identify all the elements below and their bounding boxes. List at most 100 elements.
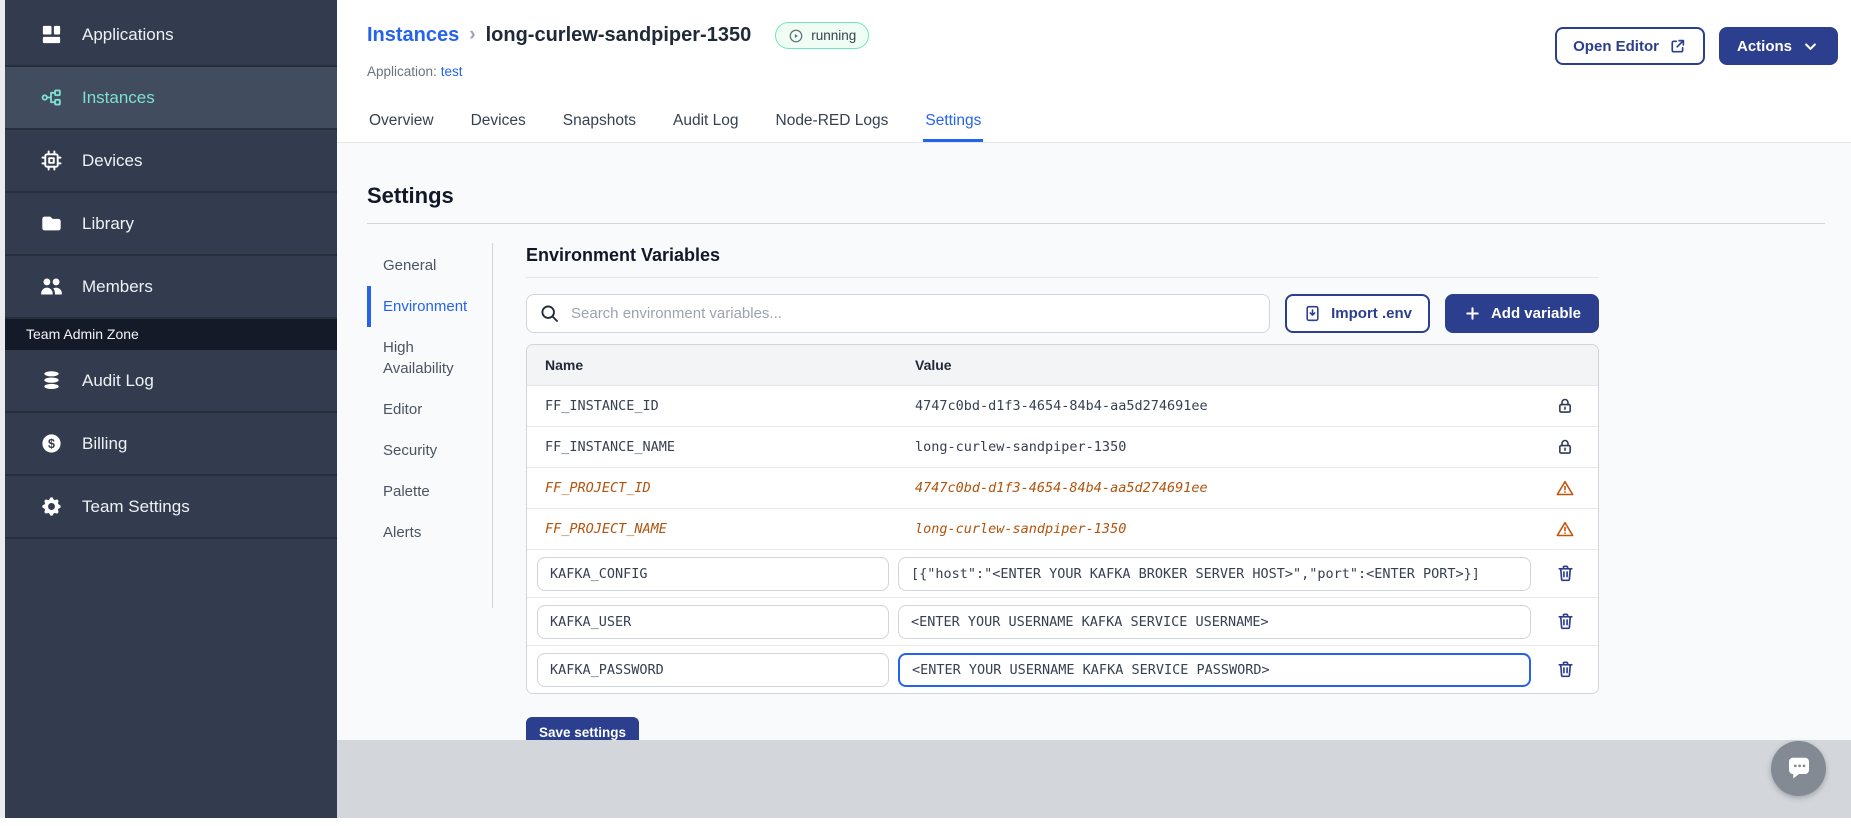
add-variable-label: Add variable <box>1490 305 1581 322</box>
play-circle-icon <box>788 28 804 44</box>
settings-divider <box>367 223 1825 224</box>
sidebar-item-label: Applications <box>82 24 174 44</box>
settings-nav-editor[interactable]: Editor <box>367 389 492 430</box>
trash-icon <box>1555 611 1576 632</box>
bottom-edge-strip <box>0 818 1851 826</box>
library-icon <box>40 212 63 235</box>
sidebar-item-audit-log[interactable]: Audit Log <box>5 350 337 413</box>
team-settings-icon <box>40 495 63 518</box>
lock-icon <box>1555 437 1575 457</box>
breadcrumb-separator: › <box>469 23 476 45</box>
settings-nav-palette[interactable]: Palette <box>367 471 492 512</box>
sidebar-item-devices[interactable]: Devices <box>5 130 337 193</box>
chat-launcher-button[interactable] <box>1771 741 1826 796</box>
team-admin-zone-header: Team Admin Zone <box>5 319 337 350</box>
settings-nav-alerts[interactable]: Alerts <box>367 512 492 553</box>
header-buttons: Open Editor Actions <box>1555 27 1838 65</box>
status-badge-label: running <box>811 28 857 43</box>
tab-overview[interactable]: Overview <box>367 112 436 142</box>
env-value-input[interactable] <box>898 604 1531 639</box>
delete-variable-button[interactable] <box>1553 562 1577 586</box>
env-var-name: FF_PROJECT_ID <box>545 480 651 496</box>
sidebar-item-library[interactable]: Library <box>5 193 337 256</box>
sidebar-admin-nav: Audit Log $ Billing Team Settings <box>5 350 337 539</box>
svg-text:$: $ <box>48 437 55 451</box>
actions-button[interactable]: Actions <box>1718 27 1838 65</box>
env-value-input[interactable] <box>898 652 1531 687</box>
search-box <box>526 294 1271 333</box>
sidebar-item-team-settings[interactable]: Team Settings <box>5 476 337 539</box>
env-name-input[interactable] <box>537 604 889 639</box>
chevron-down-icon <box>1801 37 1820 56</box>
import-env-label: Import .env <box>1331 305 1412 322</box>
warning-icon <box>1555 478 1575 498</box>
application-label: Application: <box>367 64 437 79</box>
instances-icon <box>40 86 63 109</box>
env-var-name: FF_INSTANCE_ID <box>545 398 659 414</box>
env-var-row-kafka-config <box>527 549 1598 597</box>
applications-icon <box>40 23 63 46</box>
import-env-button[interactable]: Import .env <box>1285 294 1430 333</box>
tab-snapshots[interactable]: Snapshots <box>561 112 638 142</box>
plus-icon <box>1463 304 1482 323</box>
breadcrumb-instances-link[interactable]: Instances <box>367 24 459 47</box>
section-divider <box>526 277 1599 278</box>
env-value-input[interactable] <box>898 556 1531 591</box>
breadcrumb: Instances › long-curlew-sandpiper-1350 r… <box>367 22 870 49</box>
sidebar-item-applications[interactable]: Applications <box>5 4 337 67</box>
instance-name: long-curlew-sandpiper-1350 <box>485 24 752 46</box>
settings-nav-security[interactable]: Security <box>367 430 492 471</box>
sidebar-item-billing[interactable]: $ Billing <box>5 413 337 476</box>
external-link-icon <box>1668 37 1687 56</box>
env-var-row-ff-project-name: FF_PROJECT_NAME long-curlew-sandpiper-135… <box>527 508 1598 549</box>
env-var-value: 4747c0bd-d1f3-4654-84b4-aa5d274691ee <box>915 480 1208 496</box>
env-name-input[interactable] <box>537 556 889 591</box>
tab-audit-log[interactable]: Audit Log <box>671 112 741 142</box>
sidebar-item-instances[interactable]: Instances <box>5 67 337 130</box>
open-editor-button[interactable]: Open Editor <box>1555 27 1705 65</box>
env-var-value: 4747c0bd-d1f3-4654-84b4-aa5d274691ee <box>915 398 1208 414</box>
application-name-link[interactable]: test <box>441 64 463 79</box>
settings-subnav: General Environment High Availability Edito… <box>367 243 493 608</box>
warning-icon <box>1555 519 1575 539</box>
actions-label: Actions <box>1736 37 1792 55</box>
sidebar-item-label: Audit Log <box>82 370 154 390</box>
section-title: Environment Variables <box>526 245 721 265</box>
settings-nav-high-availability[interactable]: High Availability <box>367 327 492 389</box>
audit-log-icon <box>40 369 63 392</box>
devices-icon <box>40 149 63 172</box>
sidebar-item-label: Members <box>82 276 153 296</box>
trash-icon <box>1555 659 1576 680</box>
search-icon <box>539 303 560 324</box>
env-var-row-kafka-password <box>527 645 1598 693</box>
env-table-header: Name Value <box>527 345 1598 385</box>
import-icon <box>1303 304 1322 323</box>
instance-tabs: Overview Devices Snapshots Audit Log Node-RE… <box>367 112 984 142</box>
settings-nav-environment[interactable]: Environment <box>367 286 492 327</box>
tab-node-red-logs[interactable]: Node-RED Logs <box>774 112 891 142</box>
add-variable-button[interactable]: Add variable <box>1444 294 1599 333</box>
env-toolbar: Import .env Add variable <box>526 294 1599 333</box>
main-content: Instances › long-curlew-sandpiper-1350 r… <box>337 0 1851 818</box>
delete-variable-button[interactable] <box>1553 610 1577 634</box>
sidebar-item-label: Library <box>82 213 134 233</box>
page-footer-area <box>337 740 1851 818</box>
env-name-input[interactable] <box>537 652 889 687</box>
tab-devices[interactable]: Devices <box>469 112 528 142</box>
delete-variable-button[interactable] <box>1553 658 1577 682</box>
lock-icon <box>1555 396 1575 416</box>
sidebar-item-label: Instances <box>82 87 155 107</box>
env-var-row-ff-instance-name: FF_INSTANCE_NAME long-curlew-sandpiper-13… <box>527 426 1598 467</box>
environment-panel: Environment Variables Import .env <box>526 243 1599 748</box>
search-input[interactable] <box>526 294 1271 333</box>
settings-nav-general[interactable]: General <box>367 245 492 286</box>
sidebar-item-members[interactable]: Members <box>5 256 337 319</box>
billing-icon: $ <box>40 432 63 455</box>
sidebar-item-label: Billing <box>82 433 128 453</box>
sidebar-item-label: Devices <box>82 150 143 170</box>
tab-settings[interactable]: Settings <box>923 112 984 142</box>
page-title: Settings <box>367 183 454 208</box>
sidebar: Applications Instances Devices Library Membe… <box>5 0 337 818</box>
env-var-name: FF_PROJECT_NAME <box>545 521 667 537</box>
env-var-value: long-curlew-sandpiper-1350 <box>915 439 1127 455</box>
